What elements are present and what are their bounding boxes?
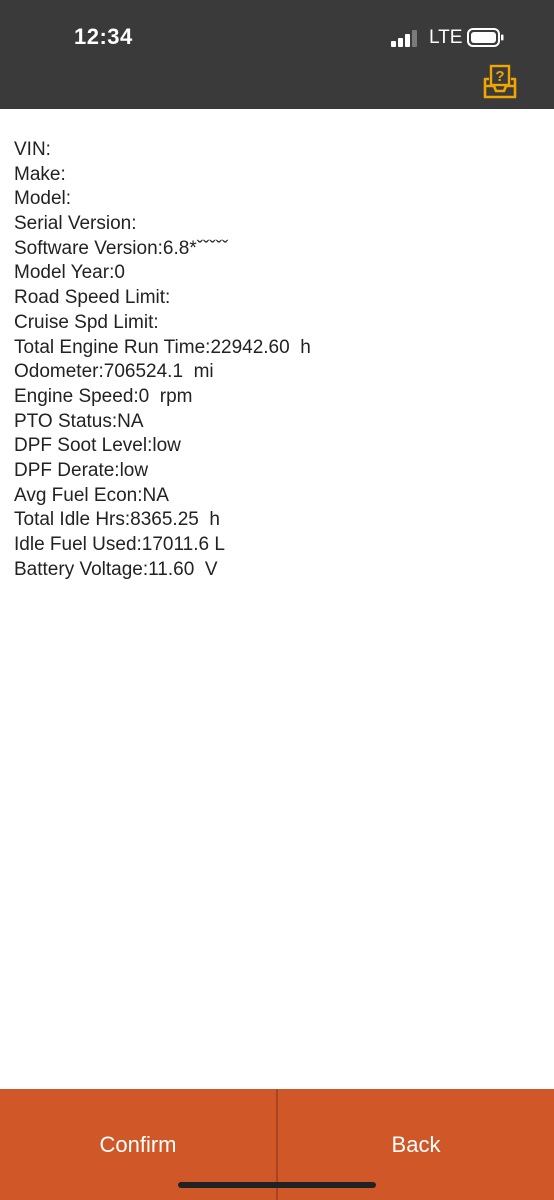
info-battery-voltage: Battery Voltage:11.60 V	[14, 558, 218, 580]
info-dpf-derate: DPF Derate:low	[14, 459, 149, 481]
bottom-action-bar: Confirm Back	[0, 1089, 554, 1200]
info-model-year: Model Year:0	[14, 262, 125, 284]
info-avg-fuel-econ: Avg Fuel Econ:NA	[14, 484, 169, 506]
battery-icon	[467, 28, 504, 47]
info-engine-run-time: Total Engine Run Time:22942.60 h	[14, 336, 311, 358]
network-type-label: LTE	[429, 27, 463, 48]
help-button[interactable]: ?	[480, 62, 520, 100]
vehicle-info-list: VIN: Make: Model: Serial Version: Softwa…	[14, 138, 544, 580]
help-question-icon: ?	[483, 64, 517, 99]
info-dpf-soot-level: DPF Soot Level:low	[14, 435, 181, 457]
info-serial-version: Serial Version:	[14, 213, 137, 235]
status-bar: 12:34 LTE ?	[0, 0, 554, 109]
info-idle-fuel-used: Idle Fuel Used:17011.6 L	[14, 534, 225, 555]
info-road-speed-limit: Road Speed Limit:	[14, 287, 171, 309]
info-cruise-speed-limit: Cruise Spd Limit:	[14, 311, 159, 333]
cellular-signal-icon	[391, 30, 421, 47]
svg-text:?: ?	[495, 68, 504, 85]
home-indicator[interactable]	[178, 1182, 376, 1188]
info-software-version: Software Version:6.8*ˇˇˇˇˇ	[14, 237, 229, 259]
info-model: Model:	[14, 188, 72, 210]
status-time: 12:34	[74, 24, 133, 49]
info-pto-status: PTO Status:NA	[14, 410, 144, 432]
info-total-idle-hrs: Total Idle Hrs:8365.25 h	[14, 509, 220, 531]
info-make: Make:	[14, 163, 66, 185]
info-vin: VIN:	[14, 139, 51, 160]
info-odometer: Odometer:706524.1 mi	[14, 361, 214, 383]
info-engine-speed: Engine Speed:0 rpm	[14, 385, 193, 407]
